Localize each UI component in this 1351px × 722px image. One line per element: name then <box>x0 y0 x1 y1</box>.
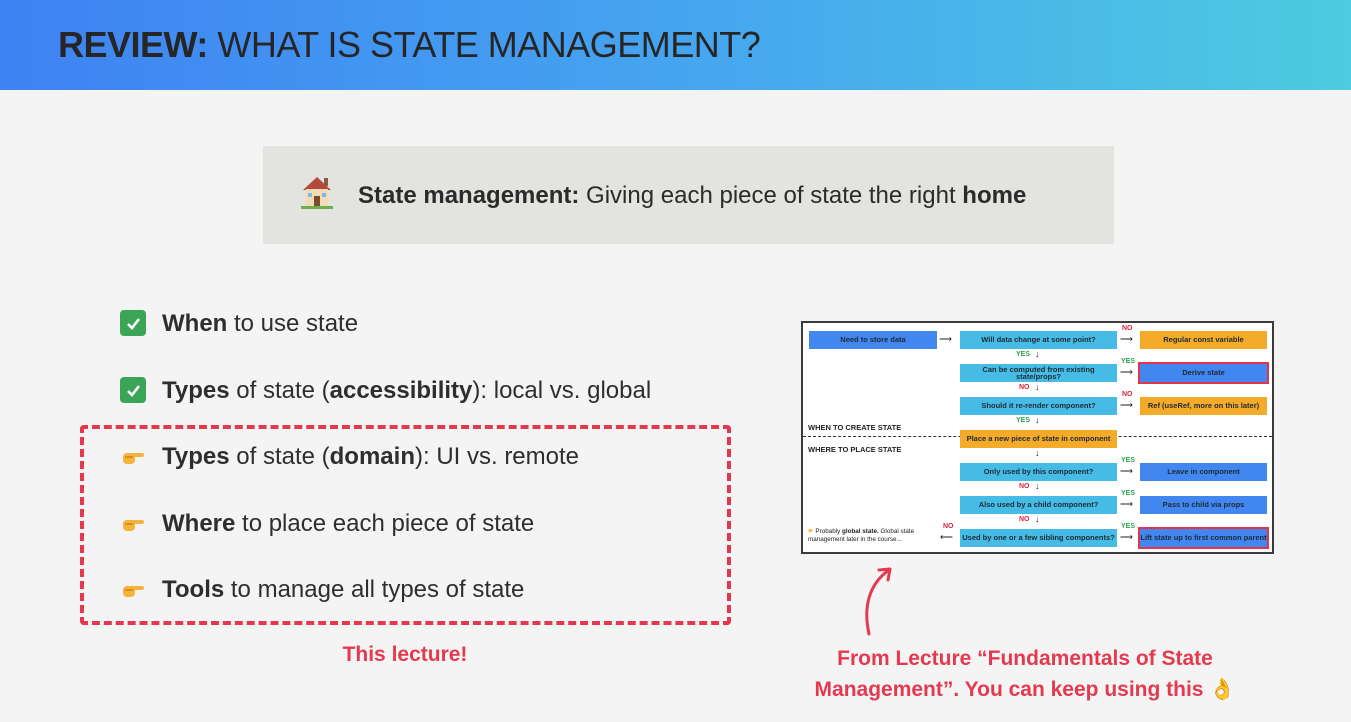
flow-create-label: WHEN TO CREATE STATE <box>808 423 902 432</box>
state-flowchart: Need to store data ⟶ Will data change at… <box>801 321 1274 554</box>
flow-q2: Can be computed from existing state/prop… <box>960 364 1117 382</box>
flow-q3: Should it re-render component? <box>960 397 1117 415</box>
flow-q5: Also used by a child component? <box>960 496 1117 514</box>
pointing-hand-icon <box>123 586 144 597</box>
source-lecture-note: From Lecture “Fundamentals of State Mana… <box>814 647 1236 701</box>
flow-a2: Derive state <box>1138 362 1269 384</box>
this-lecture-label: This lecture! <box>342 643 468 666</box>
slide-title: REVIEW: WHAT IS STATE MANAGEMENT? <box>58 24 761 65</box>
flow-start: Need to store data <box>809 331 937 349</box>
check-icon <box>120 310 146 336</box>
curved-arrow-icon <box>865 567 892 636</box>
flow-q4: Only used by this component? <box>960 463 1117 481</box>
header-banner: REVIEW: WHAT IS STATE MANAGEMENT? <box>0 0 1351 90</box>
flow-q6: Used by one or a few sibling components? <box>960 529 1117 547</box>
definition-text: State management: Giving each piece of s… <box>358 182 1027 209</box>
flow-a3: Ref (useRef, more on this later) <box>1140 397 1267 415</box>
flow-a1: Regular const variable <box>1140 331 1267 349</box>
flow-a4: Leave in component <box>1140 463 1267 481</box>
flow-q1: Will data change at some point? <box>960 331 1117 349</box>
flow-create: Place a new piece of state in component <box>960 430 1117 448</box>
house-icon <box>301 177 333 209</box>
flow-a6: Lift state up to first common parent <box>1138 527 1269 549</box>
check-icon <box>120 377 146 403</box>
flow-global-note: ☛ Probably global state. Global state ma… <box>808 528 915 543</box>
pointing-hand-icon <box>123 453 144 464</box>
flow-place-label: WHERE TO PLACE STATE <box>808 445 902 454</box>
pointing-hand-icon <box>123 520 144 531</box>
flow-a5: Pass to child via props <box>1140 496 1267 514</box>
definition-box: State management: Giving each piece of s… <box>263 146 1114 244</box>
